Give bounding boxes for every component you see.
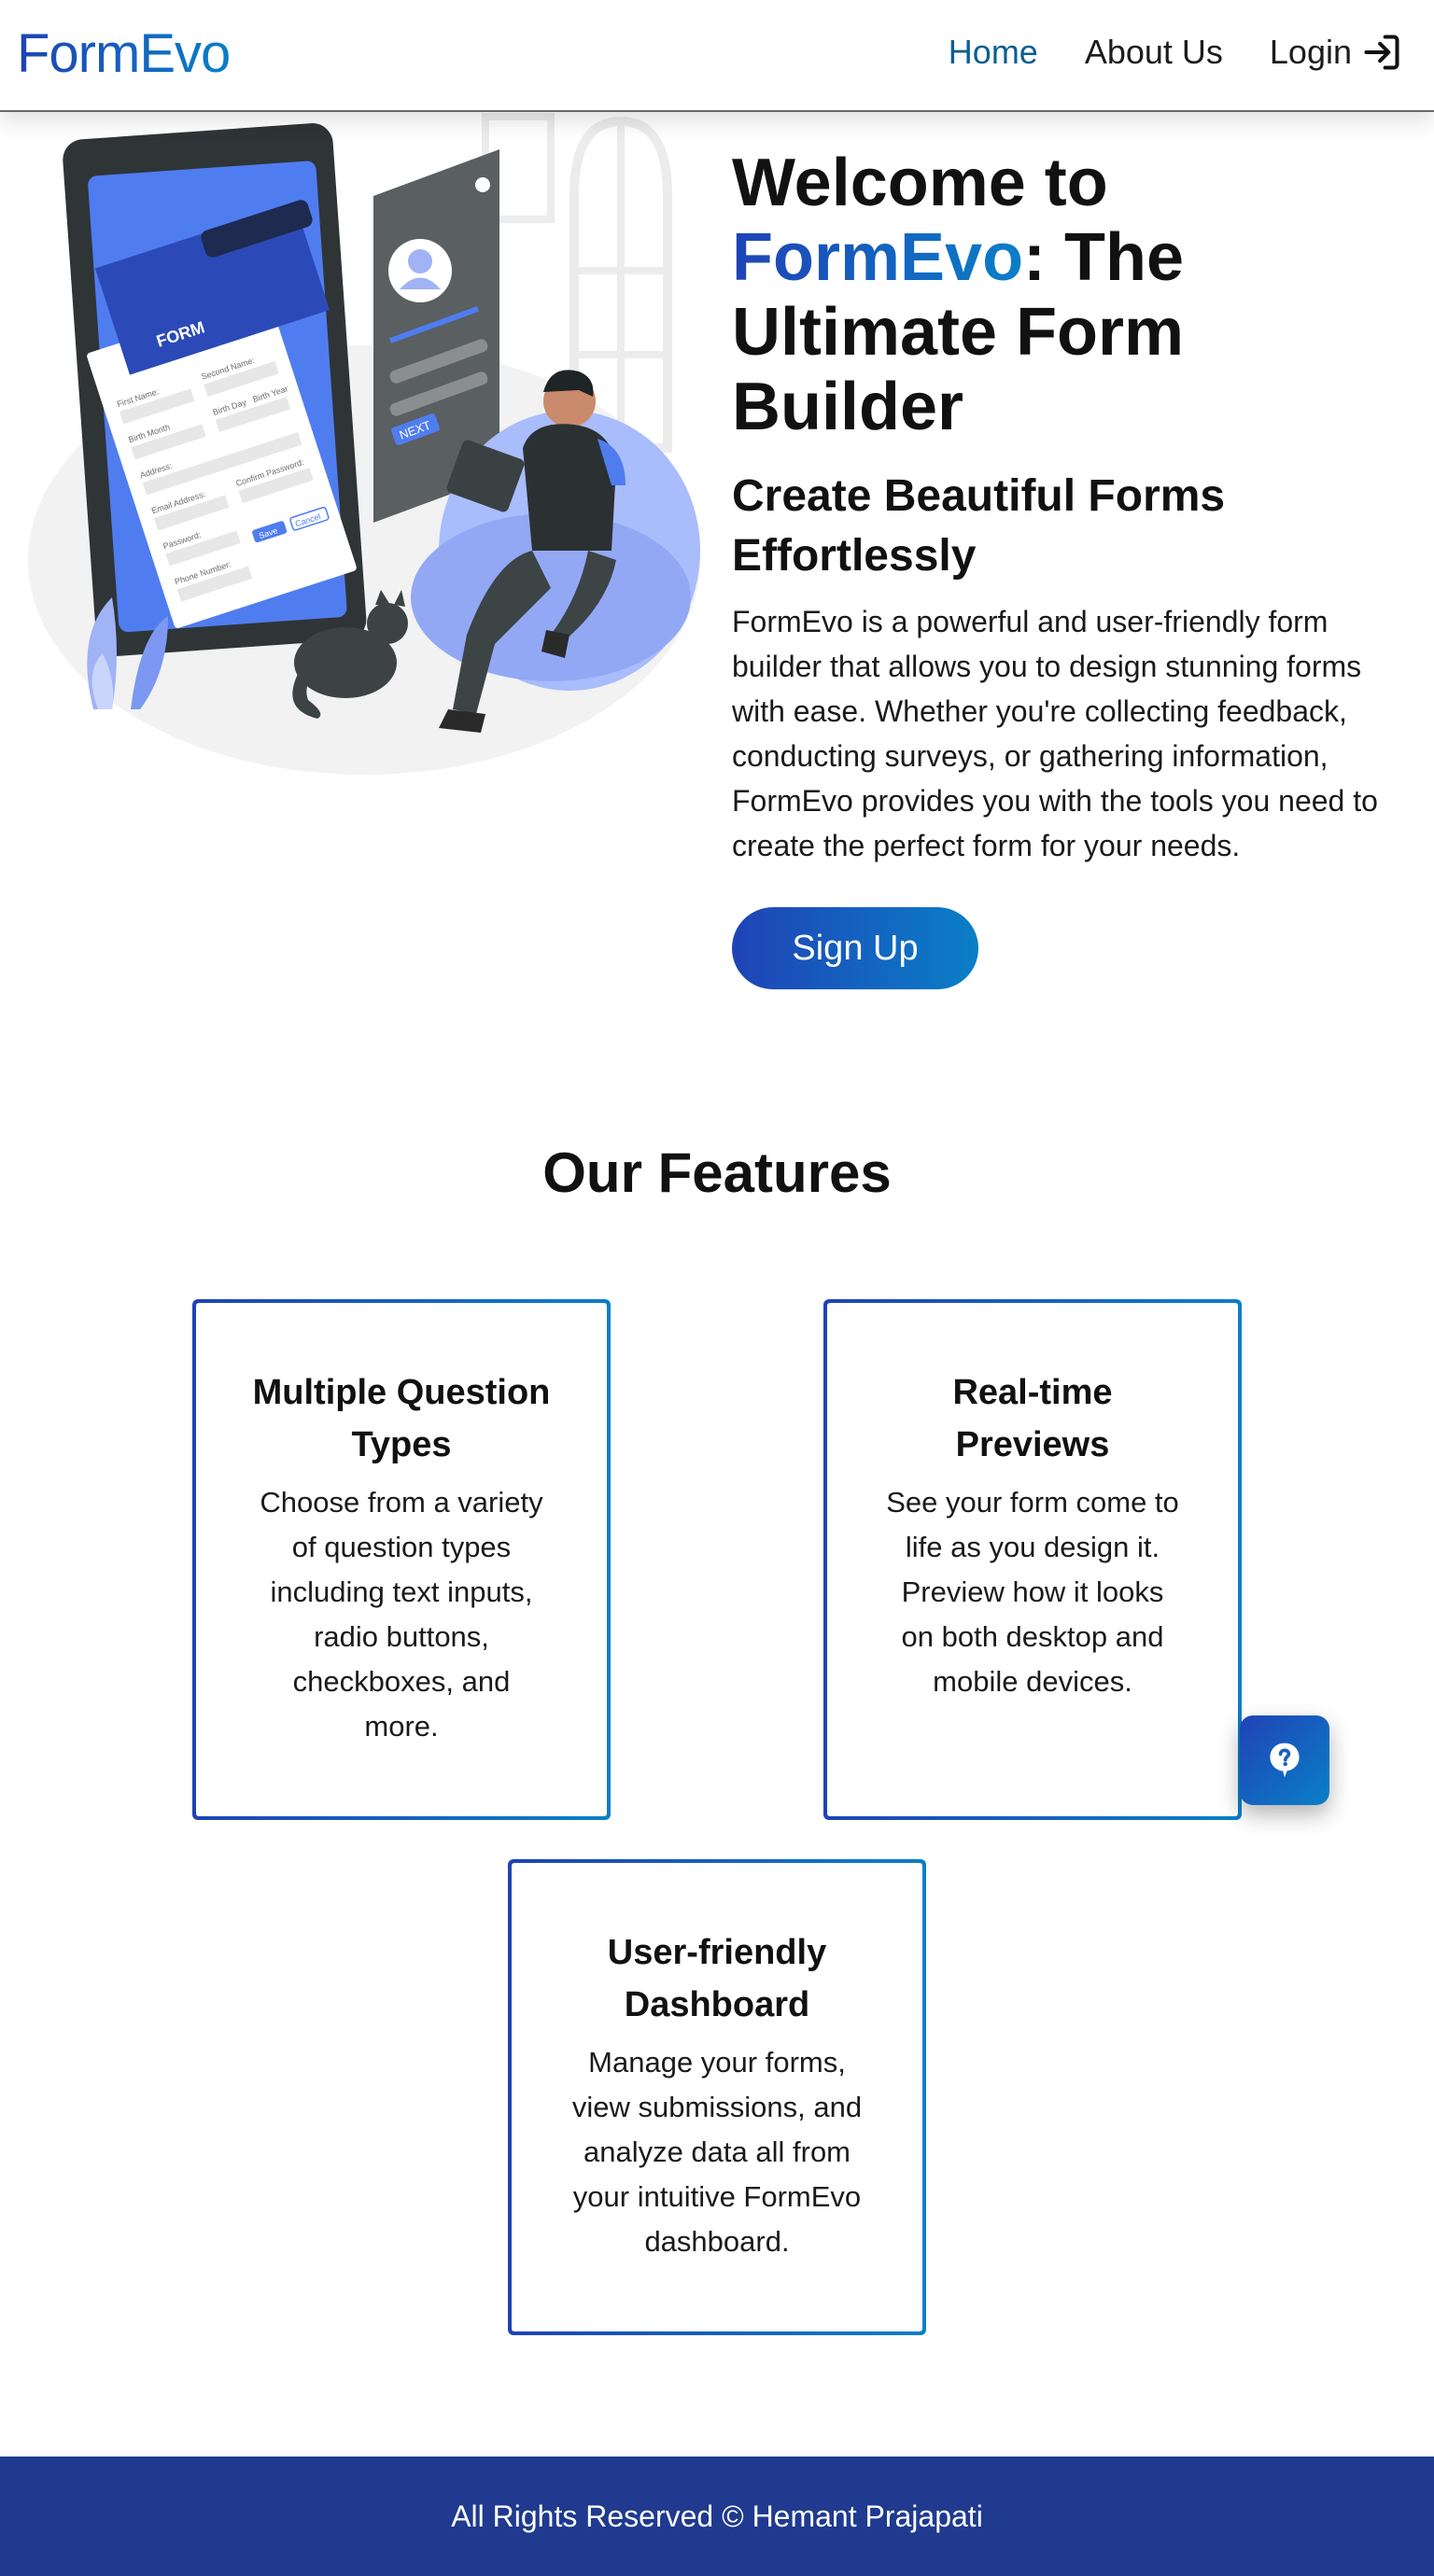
feature-card-dashboard: User-friendly Dashboard Manage your form… xyxy=(508,1859,926,2335)
feature-card-body: Multiple Question Types Choose from a va… xyxy=(196,1303,607,1816)
signup-button[interactable]: Sign Up xyxy=(732,907,978,989)
hero-title-prefix: Welcome to xyxy=(732,146,1108,220)
hero-illustration: FORM First Name: Second Name: Birth Mont… xyxy=(28,113,700,775)
feature-card-description: Manage your forms, view submissions, and… xyxy=(571,2046,863,2258)
footer-copyright: All Rights Reserved © Hemant Prajapati xyxy=(451,2499,983,2533)
feature-card-body: Real-time Previews See your form come to… xyxy=(827,1303,1238,1816)
feature-card-title: User-friendly Dashboard xyxy=(607,1933,827,2024)
hero-subtitle: Create Beautiful Forms Effortlessly xyxy=(732,471,1226,581)
features-heading: Our Features xyxy=(542,1141,892,1204)
nav-login[interactable]: Login xyxy=(1270,32,1402,73)
logo[interactable]: FormEvo xyxy=(17,22,231,85)
hero-description: FormEvo is a powerful and user-friendly … xyxy=(732,605,1378,862)
hero-title-brand: FormEvo xyxy=(732,220,1024,295)
feature-card-body: User-friendly Dashboard Manage your form… xyxy=(512,1863,922,2331)
help-button[interactable] xyxy=(1240,1715,1329,1805)
nav-about-us[interactable]: About Us xyxy=(1085,33,1223,72)
hero-title: Welcome to FormEvo: The Ultimate Form Bu… xyxy=(732,146,1404,444)
help-icon xyxy=(1270,1743,1300,1778)
site-header: FormEvo Home About Us Login xyxy=(0,0,1434,112)
hero-content: Welcome to FormEvo: The Ultimate Form Bu… xyxy=(732,146,1404,989)
nav-home[interactable]: Home xyxy=(949,33,1038,72)
login-arrow-icon xyxy=(1364,35,1399,70)
nav-login-label: Login xyxy=(1269,33,1352,71)
site-footer: All Rights Reserved © Hemant Prajapati xyxy=(0,2457,1434,2576)
feature-card-description: Choose from a variety of question types … xyxy=(260,1486,543,1743)
main-nav: Home About Us Login xyxy=(949,32,1402,73)
feature-card-title: Real-time Previews xyxy=(952,1373,1113,1464)
feature-card-title: Multiple Question Types xyxy=(252,1373,551,1464)
feature-card-question-types: Multiple Question Types Choose from a va… xyxy=(192,1299,611,1820)
feature-card-realtime-previews: Real-time Previews See your form come to… xyxy=(823,1299,1242,1820)
feature-card-description: See your form come to life as you design… xyxy=(886,1486,1179,1698)
